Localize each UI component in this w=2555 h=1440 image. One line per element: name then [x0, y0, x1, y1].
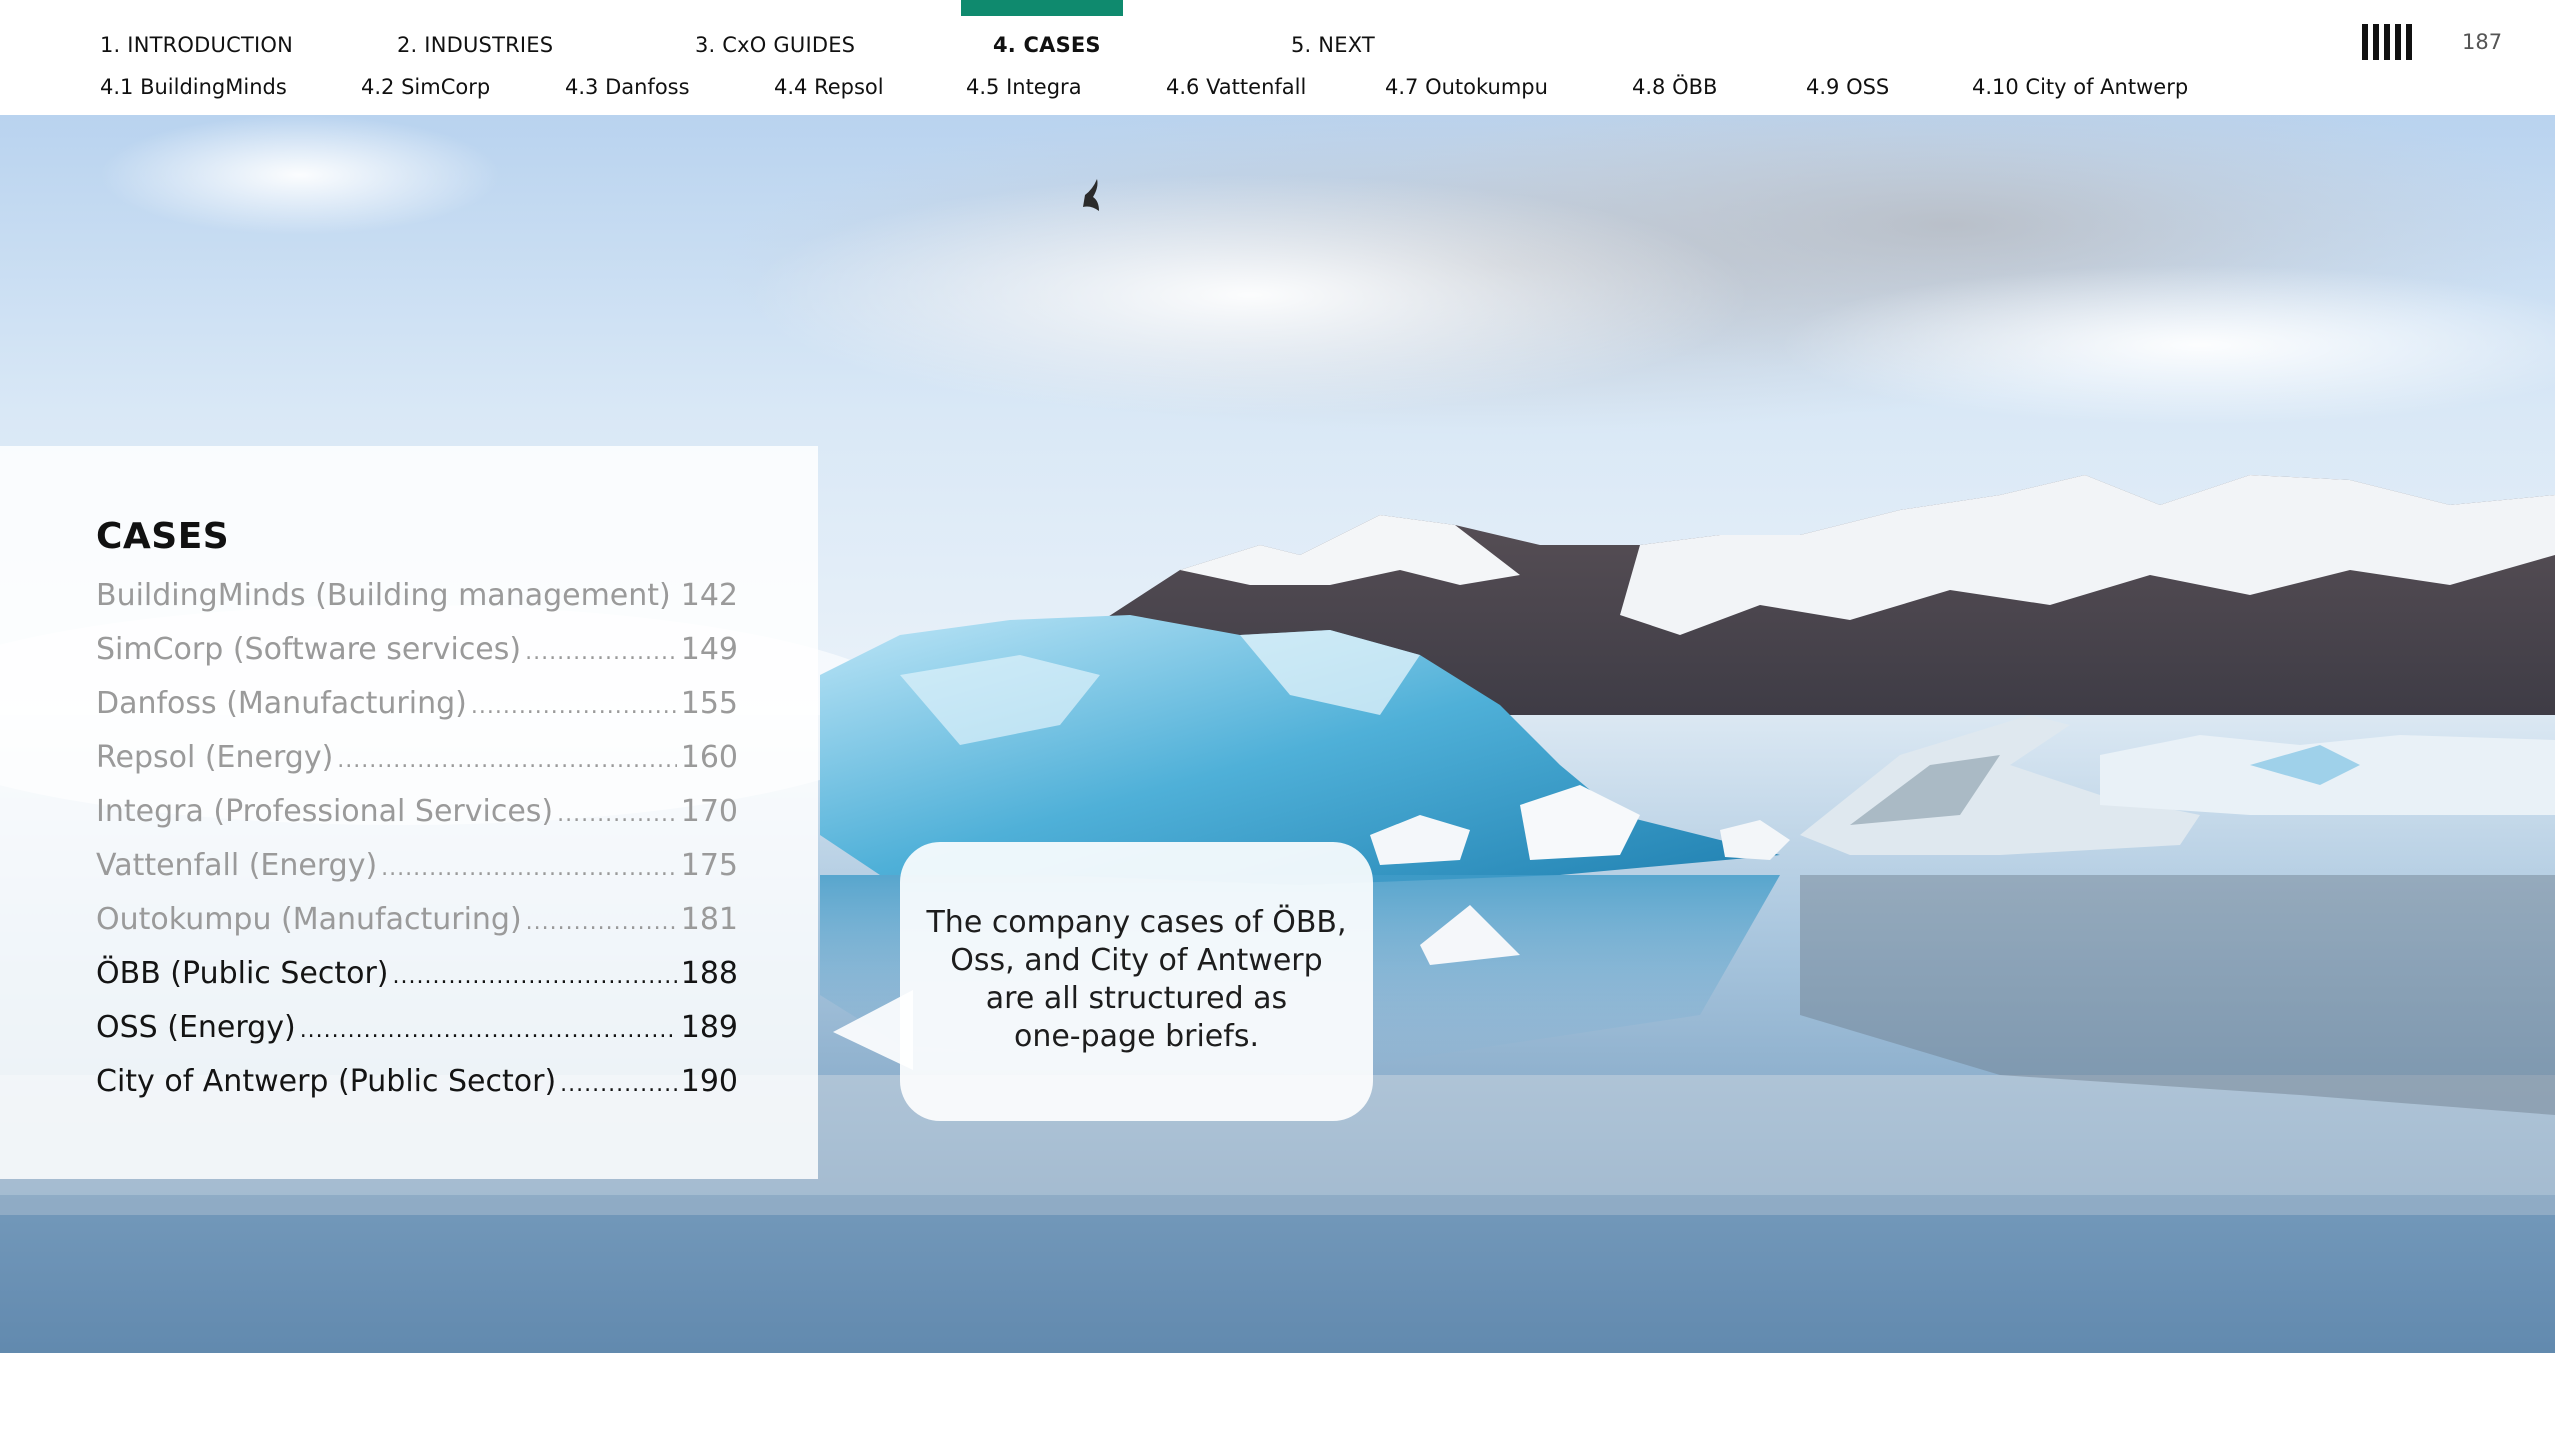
contents-item-city-of-antwerp[interactable]: City of Antwerp (Public Sector) 190 — [96, 1064, 738, 1118]
contents-item-simcorp[interactable]: SimCorp (Software services) 149 — [96, 632, 738, 686]
tab-industries[interactable]: 2. INDUSTRIES — [397, 33, 553, 57]
dot-leader — [525, 640, 677, 665]
subtab-integra[interactable]: 4.5 Integra — [966, 75, 1082, 99]
subtab-repsol[interactable]: 4.4 Repsol — [774, 75, 884, 99]
subtab-simcorp[interactable]: 4.2 SimCorp — [361, 75, 490, 99]
contents-item-label: Vattenfall (Energy) — [96, 848, 378, 883]
tab-cases[interactable]: 4. CASES — [993, 33, 1101, 57]
dot-leader — [557, 802, 677, 827]
subtab-obb[interactable]: 4.8 ÖBB — [1632, 75, 1717, 99]
contents-item-integra[interactable]: Integra (Professional Services) 170 — [96, 794, 738, 848]
top-navigation: 1. INTRODUCTION 2. INDUSTRIES 3. CxO GUI… — [0, 0, 2555, 115]
dot-leader — [381, 856, 677, 881]
subtab-vattenfall[interactable]: 4.6 Vattenfall — [1166, 75, 1306, 99]
contents-item-vattenfall[interactable]: Vattenfall (Energy) 175 — [96, 848, 738, 902]
contents-item-page: 189 — [680, 1010, 738, 1045]
contents-item-label: OSS (Energy) — [96, 1010, 296, 1045]
contents-item-page: 175 — [680, 848, 738, 883]
contents-item-page: 188 — [680, 956, 738, 991]
contents-item-danfoss[interactable]: Danfoss (Manufacturing) 155 — [96, 686, 738, 740]
contents-item-label: Integra (Professional Services) — [96, 794, 554, 829]
contents-item-page: 149 — [680, 632, 738, 667]
contents-item-label: Outokumpu (Manufacturing) — [96, 902, 522, 937]
subtab-oss[interactable]: 4.9 OSS — [1806, 75, 1889, 99]
callout-line: Oss, and City of Antwerp — [950, 943, 1323, 978]
callout-bubble: The company cases of ÖBB, Oss, and City … — [900, 842, 1373, 1121]
contents-item-oss[interactable]: OSS (Energy) 189 — [96, 1010, 738, 1064]
dot-leader — [526, 910, 677, 935]
callout-line: are all structured as — [985, 981, 1288, 1016]
active-tab-indicator — [961, 0, 1123, 16]
contents-item-label: ÖBB (Public Sector) — [96, 956, 389, 991]
contents-item-outokumpu[interactable]: Outokumpu (Manufacturing) 181 — [96, 902, 738, 956]
contents-list: BuildingMinds (Building management) 142 … — [96, 578, 738, 1118]
contents-item-label: City of Antwerp (Public Sector) — [96, 1064, 557, 1099]
contents-item-buildingminds[interactable]: BuildingMinds (Building management) 142 — [96, 578, 738, 632]
contents-item-page: 181 — [680, 902, 738, 937]
cases-contents-panel: CASES BuildingMinds (Building management… — [0, 446, 818, 1179]
dot-leader — [393, 964, 677, 989]
contents-item-repsol[interactable]: Repsol (Energy) 160 — [96, 740, 738, 794]
contents-item-label: BuildingMinds (Building management) — [96, 578, 671, 613]
dot-leader — [300, 1018, 677, 1043]
dot-leader — [337, 748, 676, 773]
contents-item-page: 160 — [680, 740, 738, 775]
tab-next[interactable]: 5. NEXT — [1291, 33, 1375, 57]
dot-leader — [471, 694, 677, 719]
tab-cxo-guides[interactable]: 3. CxO GUIDES — [695, 33, 855, 57]
contents-item-obb[interactable]: ÖBB (Public Sector) 188 — [96, 956, 738, 1010]
contents-item-page: 170 — [680, 794, 738, 829]
callout-line: The company cases of ÖBB, — [926, 905, 1347, 940]
contents-title: CASES — [96, 516, 230, 557]
page-number: 187 — [2462, 30, 2503, 54]
subtab-danfoss[interactable]: 4.3 Danfoss — [565, 75, 690, 99]
contents-item-label: Danfoss (Manufacturing) — [96, 686, 467, 721]
subtab-buildingminds[interactable]: 4.1 BuildingMinds — [100, 75, 287, 99]
subtab-outokumpu[interactable]: 4.7 Outokumpu — [1385, 75, 1548, 99]
contents-item-page: 190 — [680, 1064, 738, 1099]
callout-text: The company cases of ÖBB, Oss, and City … — [920, 904, 1353, 1056]
contents-item-label: Repsol (Energy) — [96, 740, 334, 775]
contents-item-label: SimCorp (Software services) — [96, 632, 522, 667]
callout-line: one-page briefs. — [1013, 1019, 1259, 1054]
barcode-menu-icon[interactable] — [2362, 24, 2412, 60]
dot-leader — [675, 586, 677, 611]
contents-item-page: 155 — [680, 686, 738, 721]
tab-introduction[interactable]: 1. INTRODUCTION — [100, 33, 293, 57]
contents-item-page: 142 — [680, 578, 738, 613]
subtab-city-of-antwerp[interactable]: 4.10 City of Antwerp — [1972, 75, 2188, 99]
dot-leader — [560, 1072, 677, 1097]
